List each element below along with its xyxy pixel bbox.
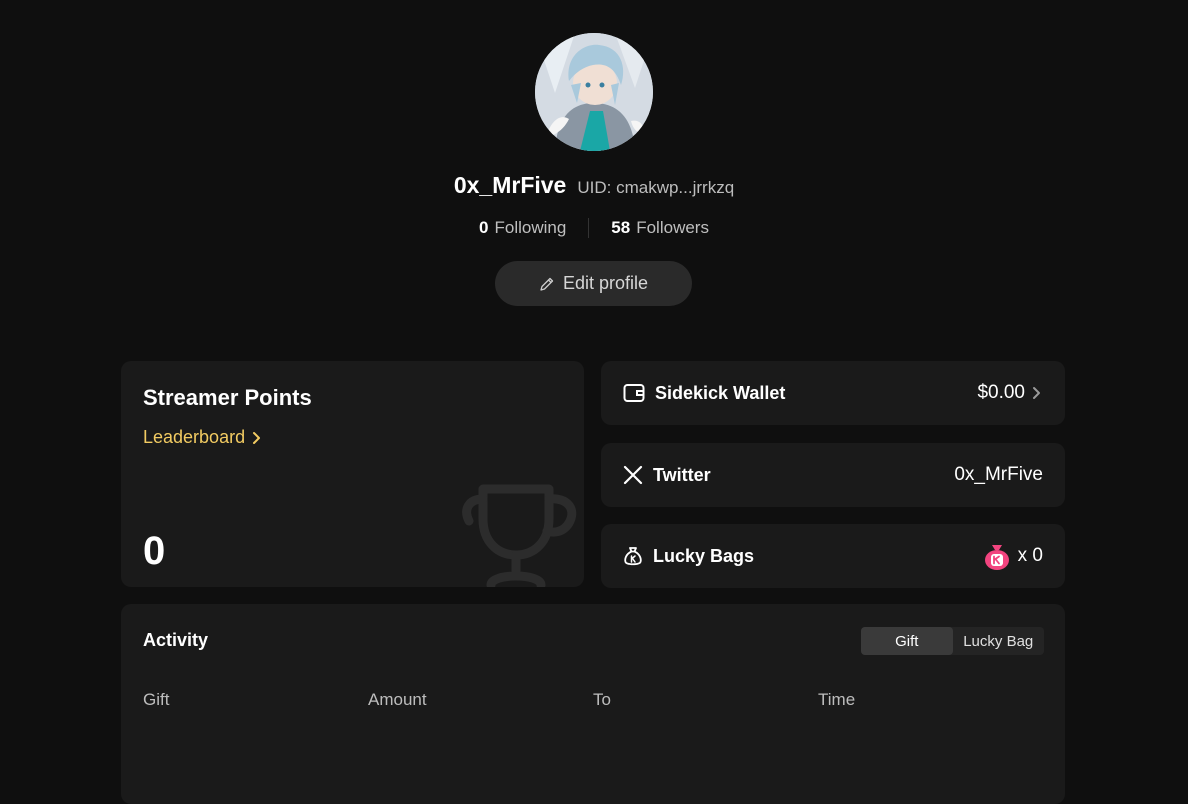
streamer-points-card: Streamer Points Leaderboard 0: [121, 361, 584, 587]
lucky-bags-row: Lucky Bags x 0: [601, 524, 1065, 588]
username: 0x_MrFive: [453, 172, 567, 198]
chevron-right-icon: [253, 431, 261, 444]
profile-name-row: 0x_MrFive UID: cmakwp...jrrkzq: [0, 172, 1188, 204]
followers-link[interactable]: 58 Followers: [611, 218, 709, 238]
followers-label: Followers: [636, 218, 709, 237]
x-logo-icon: [623, 465, 643, 485]
sidekick-wallet-label: Sidekick Wallet: [655, 382, 786, 403]
twitter-row: Twitter 0x_MrFive: [601, 443, 1065, 507]
following-link[interactable]: 0 Following: [479, 218, 566, 238]
lucky-bags-label: Lucky Bags: [653, 545, 755, 566]
following-count: 0: [479, 218, 489, 237]
tab-gift[interactable]: Gift: [861, 627, 953, 655]
lucky-bag-icon: [984, 545, 1009, 570]
user-uid: UID: cmakwp...jrrkzq: [577, 178, 735, 197]
following-label: Following: [494, 218, 567, 237]
follow-divider: [588, 218, 590, 238]
avatar-image: [535, 33, 653, 151]
leaderboard-label: Leaderboard: [143, 427, 246, 447]
edit-profile-button[interactable]: Edit profile: [495, 261, 692, 306]
column-header-time: Time: [818, 690, 856, 709]
follow-stats: 0 Following 58 Followers: [0, 215, 1188, 241]
lucky-bags-count: x 0: [1017, 545, 1043, 566]
leaderboard-link[interactable]: Leaderboard: [143, 427, 263, 448]
streamer-points-title: Streamer Points: [143, 385, 312, 410]
streamer-points-value: 0: [143, 529, 166, 573]
edit-profile-label: Edit profile: [562, 273, 649, 293]
column-header-gift: Gift: [143, 690, 170, 709]
twitter-label: Twitter: [653, 464, 711, 485]
wallet-icon: [623, 384, 645, 402]
wallet-balance: $0.00: [977, 382, 1025, 403]
tab-lucky-bag[interactable]: Lucky Bag: [953, 627, 1045, 655]
pencil-icon: [540, 277, 554, 291]
activity-card: Activity Gift Lucky Bag Gift Amount To T…: [121, 604, 1065, 804]
sidekick-wallet-row[interactable]: Sidekick Wallet $0.00: [601, 361, 1065, 425]
avatar: [535, 33, 653, 151]
followers-count: 58: [611, 218, 631, 237]
chevron-right-icon: [1033, 387, 1040, 399]
activity-tabs: Gift Lucky Bag: [861, 627, 1044, 655]
column-header-to: To: [593, 690, 611, 709]
column-header-amount: Amount: [368, 690, 427, 709]
twitter-handle: 0x_MrFive: [954, 464, 1043, 485]
trophy-icon: [462, 484, 577, 587]
money-bag-icon: [624, 547, 642, 566]
activity-title: Activity: [143, 630, 209, 650]
